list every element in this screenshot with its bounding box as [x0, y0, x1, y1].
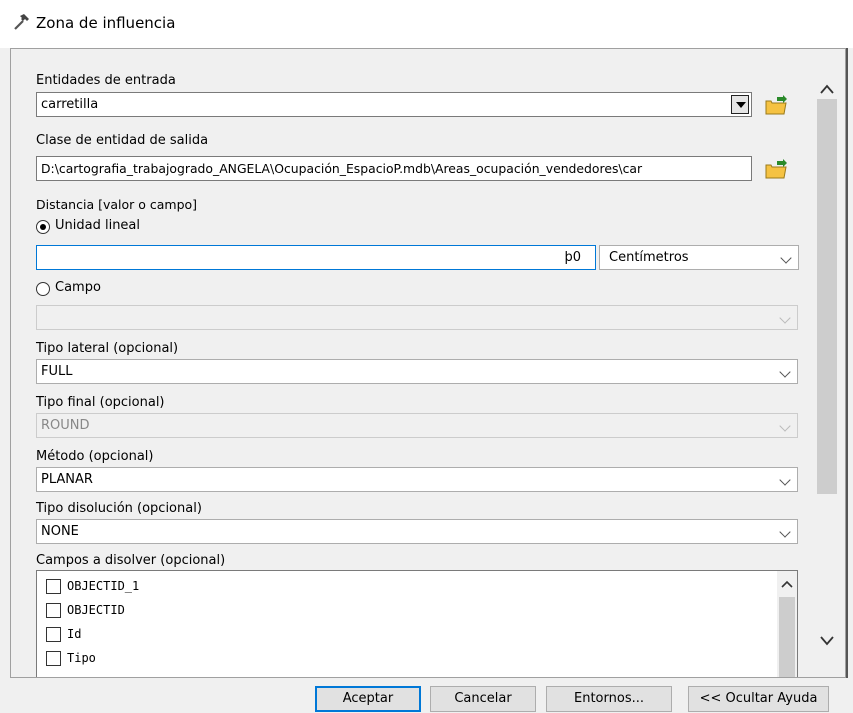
chevron-down-icon — [779, 420, 791, 432]
cancel-button[interactable]: Cancelar — [430, 686, 536, 712]
chevron-down-icon — [779, 526, 791, 538]
environments-button[interactable]: Entornos... — [546, 686, 672, 712]
checkbox[interactable] — [46, 627, 61, 642]
list-item: OBJECTID_1 — [67, 579, 140, 593]
output-class-value: D:\cartografia_trabajogrado_ANGELA\Ocupa… — [41, 161, 643, 176]
field-select[interactable] — [36, 305, 798, 330]
end-type-value: ROUND — [41, 418, 90, 433]
chevron-down-icon[interactable] — [820, 635, 834, 647]
linear-unit-input[interactable]: þ0 — [36, 245, 596, 270]
chevron-down-icon — [779, 312, 791, 324]
field-label: Campo — [55, 280, 101, 295]
method-label: Método (opcional) — [36, 449, 154, 464]
open-folder-icon[interactable] — [763, 93, 789, 119]
linear-unit-radio[interactable] — [36, 220, 50, 234]
window-title: Zona de influencia — [36, 14, 176, 32]
method-value: PLANAR — [41, 472, 93, 487]
hide-help-button[interactable]: << Ocultar Ayuda — [688, 686, 829, 712]
linear-unit-label: Unidad lineal — [55, 218, 141, 233]
end-type-select[interactable]: ROUND — [36, 413, 798, 438]
open-folder-icon[interactable] — [763, 157, 789, 183]
dissolve-type-label: Tipo disolución (opcional) — [36, 501, 202, 516]
output-class-label: Clase de entidad de salida — [36, 133, 209, 148]
hammer-icon — [14, 14, 29, 30]
unit-select-value: Centímetros — [609, 250, 689, 265]
list-scroll-thumb[interactable] — [779, 597, 795, 677]
chevron-down-icon — [779, 474, 791, 486]
list-item: OBJECTID — [67, 603, 125, 617]
title-bar: Zona de influencia — [0, 0, 853, 48]
dissolve-type-select[interactable]: NONE — [36, 519, 798, 544]
chevron-up-icon[interactable] — [781, 579, 793, 589]
tool-dialog-panel: Entidades de entrada carretilla Clase de… — [10, 48, 846, 678]
ok-button[interactable]: Aceptar — [315, 686, 421, 712]
linear-unit-value: þ0 — [564, 250, 581, 265]
output-class-field[interactable]: D:\cartografia_trabajogrado_ANGELA\Ocupa… — [36, 156, 752, 181]
list-item: Tipo — [67, 651, 96, 665]
input-features-label: Entidades de entrada — [36, 73, 176, 88]
unit-select[interactable]: Centímetros — [599, 245, 799, 270]
chevron-up-icon[interactable] — [820, 83, 834, 95]
list-item: Id — [67, 627, 82, 641]
dissolve-fields-list[interactable]: OBJECTID_1 OBJECTID Id Tipo — [36, 570, 798, 677]
panel-scroll-thumb[interactable] — [817, 99, 837, 494]
input-features-combo[interactable]: carretilla — [36, 92, 752, 117]
distance-label: Distancia [valor o campo] — [36, 197, 198, 212]
side-type-select[interactable]: FULL — [36, 359, 798, 384]
checkbox[interactable] — [46, 603, 61, 618]
end-type-label: Tipo final (opcional) — [36, 395, 165, 410]
side-type-value: FULL — [41, 364, 73, 379]
chevron-down-icon — [780, 252, 792, 264]
dissolve-type-value: NONE — [41, 524, 79, 539]
side-type-label: Tipo lateral (opcional) — [36, 341, 179, 356]
field-radio[interactable] — [36, 282, 50, 296]
window-border — [846, 48, 848, 678]
dropdown-arrow-icon[interactable] — [731, 95, 749, 114]
input-features-value: carretilla — [41, 97, 99, 112]
checkbox[interactable] — [46, 579, 61, 594]
checkbox[interactable] — [46, 651, 61, 666]
chevron-down-icon — [779, 366, 791, 378]
method-select[interactable]: PLANAR — [36, 467, 798, 492]
dissolve-fields-label: Campos a disolver (opcional) — [36, 553, 226, 568]
